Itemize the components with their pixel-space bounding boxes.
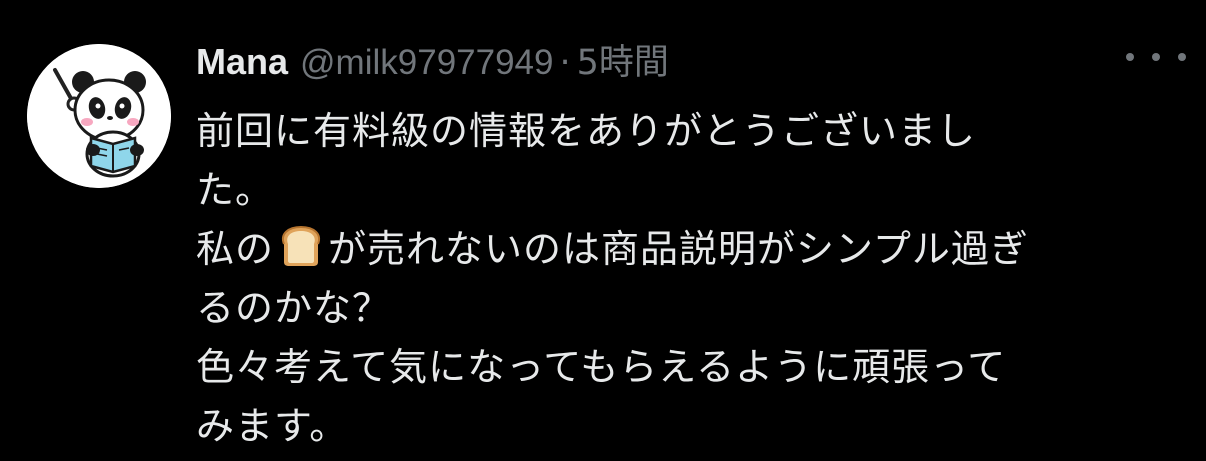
tweet-text-line: 色々考えて気になってもらえるように頑張って: [196, 345, 1007, 389]
tweet-content: Mana @milk97977949 · 5時間 前回に有料級の情報をありがとう…: [196, 34, 1186, 456]
author-handle[interactable]: @milk97977949: [300, 43, 553, 83]
more-options-icon[interactable]: [1126, 42, 1186, 72]
tweet-text-line: るのかな？: [196, 286, 392, 330]
tweet-text-line: みます。: [196, 404, 349, 448]
tweet-timestamp[interactable]: 5時間: [577, 34, 669, 85]
tweet-text-line: た。: [196, 168, 275, 212]
panda-reading-avatar-icon: [27, 44, 171, 188]
tweet-text: 前回に有料級の情報をありがとうございまし た。 私の が売れないのは商品説明がシ…: [196, 102, 1176, 456]
more-dot: [1126, 53, 1134, 61]
more-dot: [1178, 53, 1186, 61]
separator-dot: ·: [559, 43, 571, 83]
tweet-text-segment: が売れないのは商品説明がシンプル過ぎ: [328, 227, 1029, 271]
author-name[interactable]: Mana: [196, 41, 288, 83]
more-dot: [1152, 53, 1160, 61]
tweet-text-line: 前回に有料級の情報をありがとうございまし: [196, 109, 977, 153]
bread-emoji-icon: [278, 224, 324, 268]
tweet-text-segment: 私の: [196, 227, 275, 271]
tweet-text-line: 私の が売れないのは商品説明がシンプル過ぎ: [196, 220, 1176, 279]
tweet[interactable]: Mana @milk97977949 · 5時間 前回に有料級の情報をありがとう…: [0, 0, 1206, 461]
avatar[interactable]: [27, 44, 171, 188]
tweet-header: Mana @milk97977949 · 5時間: [196, 34, 1186, 88]
